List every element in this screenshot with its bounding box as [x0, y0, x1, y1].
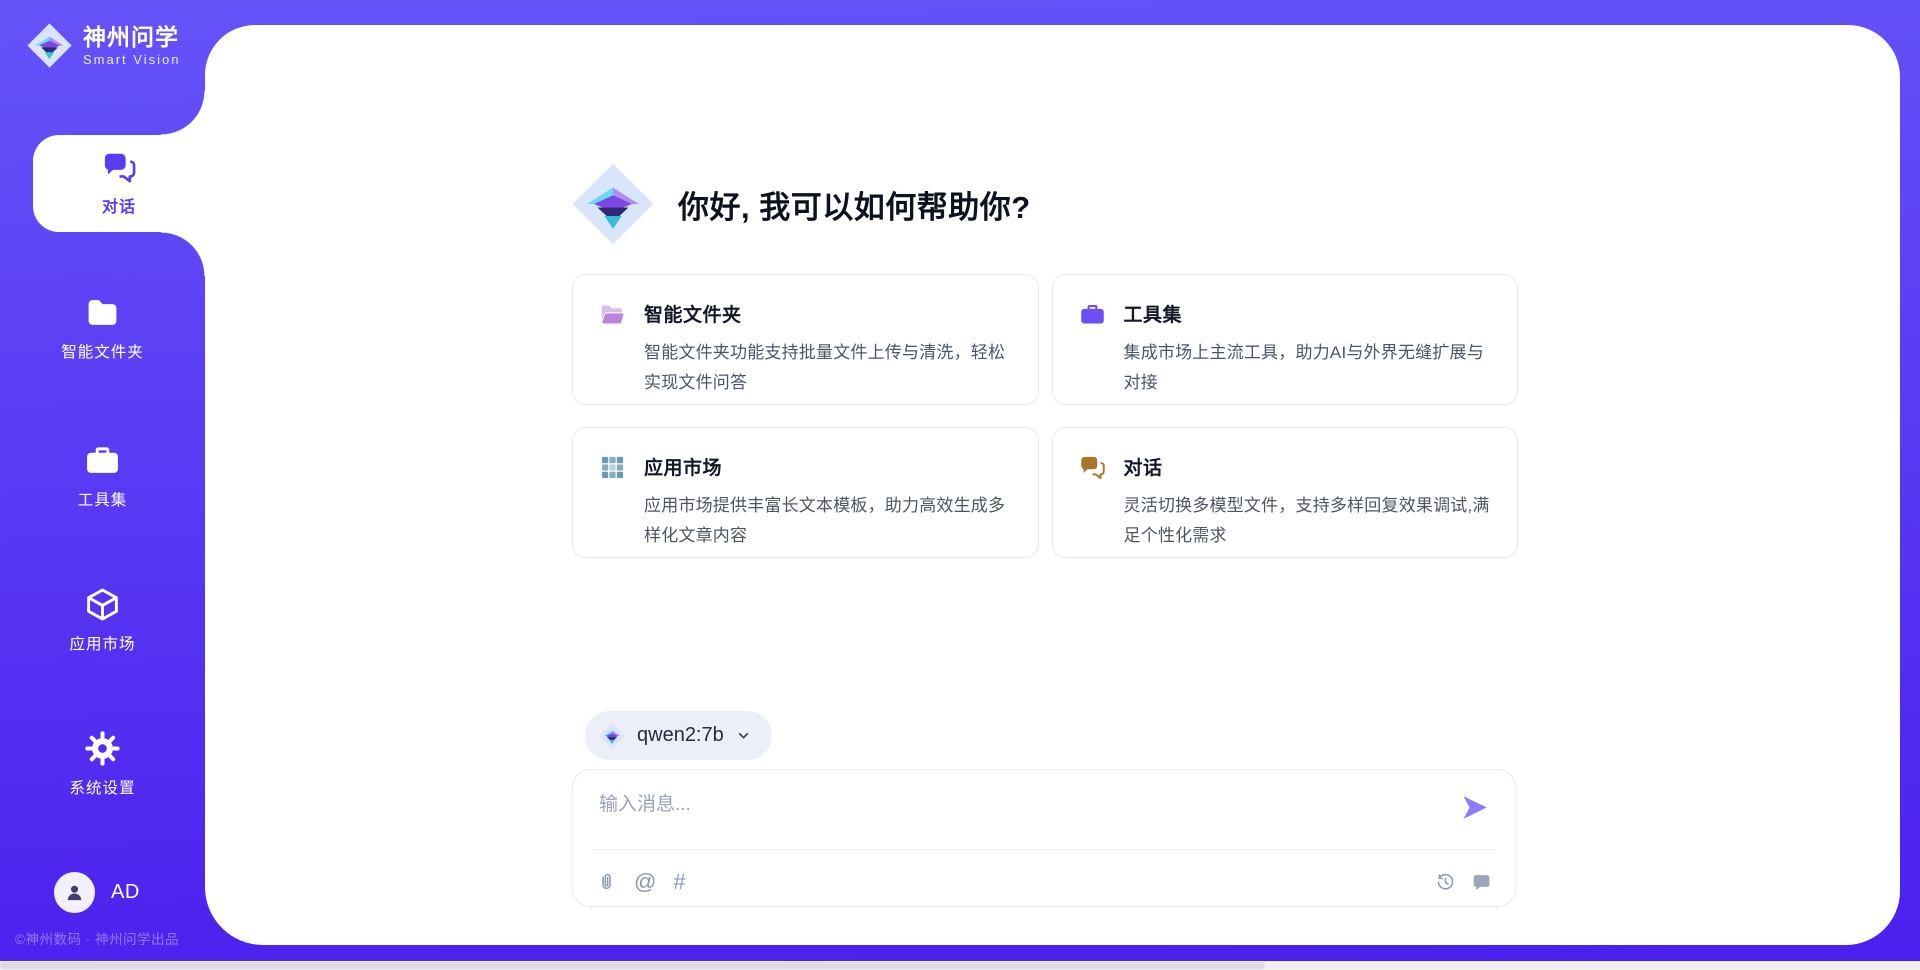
composer-divider	[593, 849, 1495, 850]
feature-cards: 智能文件夹 智能文件夹功能支持批量文件上传与清洗，轻松实现文件问答 工具集 集成…	[572, 274, 1518, 558]
card-toolkit[interactable]: 工具集 集成市场上主流工具，助力AI与外界无缝扩展与对接	[1052, 274, 1519, 405]
sidebar-item-label: 应用市场	[69, 632, 135, 654]
card-title: 智能文件夹	[644, 300, 1016, 327]
greeting: 你好, 我可以如何帮助你?	[570, 161, 1031, 247]
person-icon	[63, 881, 86, 904]
sidebar-item-label: 工具集	[78, 488, 128, 510]
model-selector[interactable]: qwen2:7b	[585, 711, 772, 760]
sidebar-item-toolkit[interactable]: 工具集	[0, 442, 205, 510]
chat-icon	[102, 150, 137, 185]
scrollbar-thumb[interactable]	[0, 962, 1265, 969]
hashtag-button[interactable]: #	[673, 871, 685, 893]
card-desc: 灵活切换多模型文件，支持多样回复效果调试,满足个性化需求	[1124, 491, 1496, 551]
chevron-down-icon	[735, 727, 752, 744]
brand-subtitle: Smart Vision	[83, 52, 180, 67]
at-icon: @	[634, 871, 656, 893]
folder-open-icon	[599, 301, 626, 404]
send-icon	[1459, 792, 1490, 823]
history-button[interactable]	[1435, 872, 1456, 893]
brand: 神州问学 Smart Vision	[26, 22, 180, 69]
grid-icon	[599, 454, 626, 557]
card-title: 应用市场	[644, 453, 1016, 480]
hash-icon: #	[673, 871, 685, 893]
message-composer: @ #	[572, 769, 1516, 907]
sidebar-item-app-market[interactable]: 应用市场	[0, 586, 205, 654]
card-desc: 应用市场提供丰富长文本模板，助力高效生成多样化文章内容	[644, 491, 1016, 551]
gear-icon	[84, 730, 121, 767]
chat-icon	[1079, 454, 1106, 557]
feedback-button[interactable]	[1471, 872, 1492, 893]
sidebar-item-settings[interactable]: 系统设置	[0, 730, 205, 798]
sidebar: 神州问学 Smart Vision 对话 智能文件夹 工具集 应用市场 系统设置	[0, 0, 205, 970]
card-body: 智能文件夹 智能文件夹功能支持批量文件上传与清洗，轻松实现文件问答	[644, 300, 1016, 404]
avatar	[54, 872, 95, 913]
sidebar-item-label: 系统设置	[69, 776, 135, 798]
composer-tools-right	[1435, 872, 1492, 893]
briefcase-icon	[1079, 301, 1106, 404]
greeting-text: 你好, 我可以如何帮助你?	[678, 182, 1031, 227]
model-selector-value: qwen2:7b	[637, 724, 724, 747]
card-body: 对话 灵活切换多模型文件，支持多样回复效果调试,满足个性化需求	[1124, 453, 1496, 557]
card-chat[interactable]: 对话 灵活切换多模型文件，支持多样回复效果调试,满足个性化需求	[1052, 427, 1519, 558]
sidebar-item-label: 智能文件夹	[61, 340, 144, 362]
user-name: AD	[111, 881, 140, 904]
card-desc: 集成市场上主流工具，助力AI与外界无缝扩展与对接	[1124, 338, 1496, 398]
attach-button[interactable]	[596, 872, 617, 893]
message-input[interactable]	[597, 787, 1441, 843]
horizontal-scrollbar[interactable]	[0, 961, 1920, 970]
brand-text: 神州问学 Smart Vision	[83, 24, 180, 67]
mention-button[interactable]: @	[634, 871, 656, 893]
sidebar-item-label: 对话	[102, 193, 136, 217]
copyright-text: ©神州数码 · 神州问学出品	[15, 928, 179, 948]
paperclip-icon	[596, 872, 617, 893]
card-app-market[interactable]: 应用市场 应用市场提供丰富长文本模板，助力高效生成多样化文章内容	[572, 427, 1039, 558]
card-body: 工具集 集成市场上主流工具，助力AI与外界无缝扩展与对接	[1124, 300, 1496, 404]
folder-icon	[84, 294, 121, 331]
card-title: 工具集	[1124, 300, 1496, 327]
model-logo-icon	[598, 722, 626, 750]
send-button[interactable]	[1459, 790, 1493, 824]
composer-tools-left: @ #	[596, 871, 686, 893]
sidebar-item-smart-folder[interactable]: 智能文件夹	[0, 294, 205, 362]
message-bubble-icon	[1471, 872, 1492, 893]
cube-icon	[84, 586, 121, 623]
card-title: 对话	[1124, 453, 1496, 480]
greeting-logo-icon	[570, 161, 656, 247]
briefcase-icon	[84, 442, 121, 479]
user-profile[interactable]: AD	[54, 872, 140, 913]
brand-logo-icon	[26, 22, 73, 69]
card-desc: 智能文件夹功能支持批量文件上传与清洗，轻松实现文件问答	[644, 338, 1016, 398]
card-smart-folder[interactable]: 智能文件夹 智能文件夹功能支持批量文件上传与清洗，轻松实现文件问答	[572, 274, 1039, 405]
history-clock-icon	[1435, 872, 1456, 893]
brand-name: 神州问学	[83, 24, 180, 50]
sidebar-item-chat[interactable]: 对话	[33, 135, 205, 232]
card-body: 应用市场 应用市场提供丰富长文本模板，助力高效生成多样化文章内容	[644, 453, 1016, 557]
